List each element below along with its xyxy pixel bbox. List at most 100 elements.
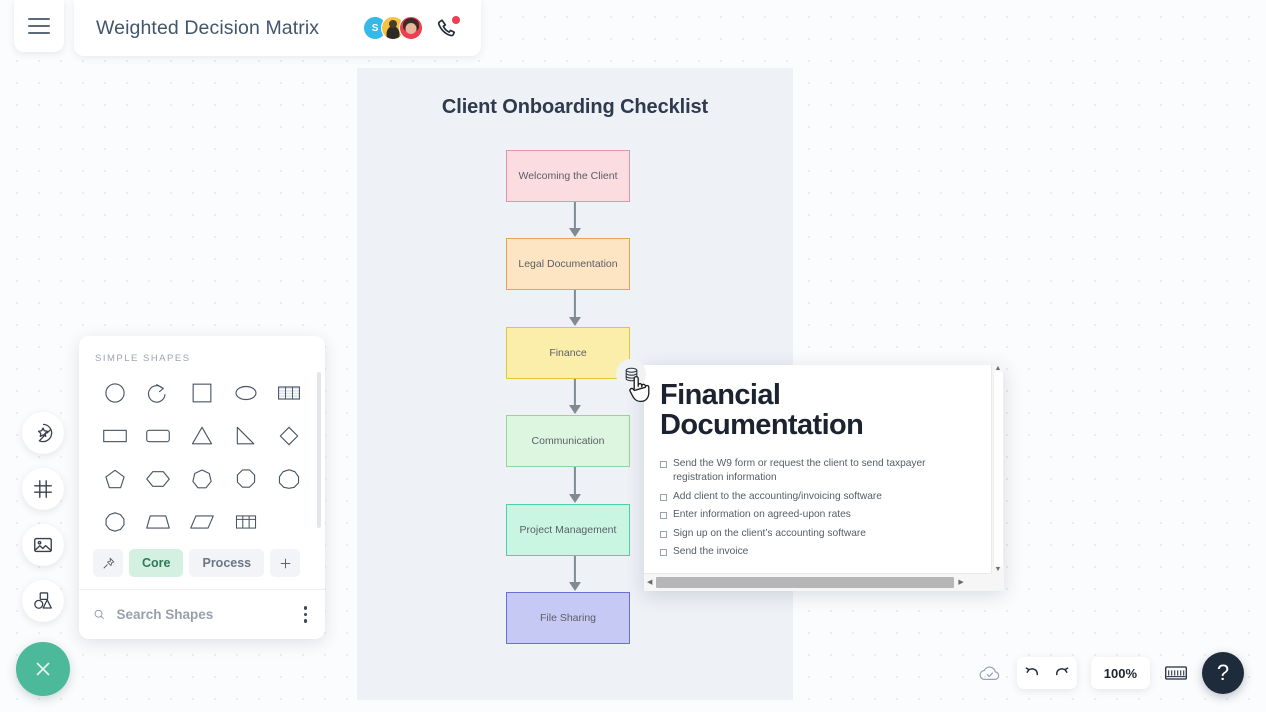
- flow-node[interactable]: Communication: [506, 415, 630, 467]
- hamburger-menu-icon: [28, 32, 50, 34]
- close-panel-button[interactable]: [16, 642, 70, 696]
- shape-diamond[interactable]: [267, 416, 311, 455]
- scroll-down-arrow[interactable]: ▼: [995, 566, 1002, 573]
- shape-grid: [93, 373, 311, 541]
- checklist-label: Enter information on agreed-upon rates: [673, 509, 851, 521]
- keyboard-shortcuts-button[interactable]: [1164, 664, 1188, 682]
- shape-empty: [267, 502, 311, 541]
- grid-table-icon: [235, 514, 256, 529]
- right-triangle-icon: [236, 426, 254, 444]
- pin-tab[interactable]: [93, 549, 123, 577]
- nonagon-icon: [279, 468, 300, 489]
- shape-parallelogram[interactable]: [180, 502, 224, 541]
- plus-icon: [280, 558, 291, 568]
- sidebar-item-images[interactable]: [22, 524, 64, 566]
- shape-circle[interactable]: [93, 373, 137, 412]
- connector-arrow: [569, 405, 581, 414]
- sidebar-item-stickers[interactable]: [22, 412, 64, 454]
- shape-hexagon[interactable]: [137, 459, 181, 498]
- node-detail-popup: Financial Documentation Send the W9 form…: [644, 365, 1004, 591]
- shape-pentagon[interactable]: [93, 459, 137, 498]
- shape-table-striped[interactable]: [267, 373, 311, 412]
- shape-rounded-rectangle[interactable]: [137, 416, 181, 455]
- checkbox[interactable]: [660, 512, 667, 520]
- hexagon-icon: [146, 470, 171, 487]
- checklist-label: Add client to the accounting/invoicing s…: [673, 490, 882, 502]
- help-button[interactable]: ?: [1202, 652, 1244, 694]
- checklist-label: Sign up on the client’s accounting softw…: [673, 527, 866, 539]
- shapes-panel-header: SIMPLE SHAPES: [95, 353, 191, 364]
- add-tab[interactable]: [270, 549, 301, 577]
- shape-nonagon[interactable]: [267, 459, 311, 498]
- circle-icon: [105, 382, 125, 403]
- sidebar-item-shapes[interactable]: [22, 580, 64, 622]
- popup-horizontal-scrollbar[interactable]: ◀ ▶: [644, 573, 991, 591]
- hamburger-menu-button[interactable]: [14, 0, 64, 52]
- checkbox[interactable]: [660, 530, 667, 538]
- connector-arrow: [569, 317, 581, 326]
- scroll-up-arrow[interactable]: ▲: [995, 365, 1002, 372]
- list-item[interactable]: Enter information on agreed-upon rates: [660, 508, 974, 522]
- shape-heptagon[interactable]: [180, 459, 224, 498]
- connector-line: [573, 290, 577, 320]
- flow-node[interactable]: Legal Documentation: [506, 238, 630, 290]
- undo-button[interactable]: [1017, 657, 1047, 689]
- page-title[interactable]: Weighted Decision Matrix: [96, 17, 319, 40]
- flow-node[interactable]: File Sharing: [506, 592, 630, 644]
- shape-grid-table[interactable]: [224, 502, 268, 541]
- list-item[interactable]: Send the invoice: [660, 545, 974, 559]
- flow-node[interactable]: Finance: [506, 327, 630, 379]
- list-item[interactable]: Send the W9 form or request the client t…: [660, 457, 974, 486]
- shape-square[interactable]: [180, 373, 224, 412]
- shape-triangle[interactable]: [180, 416, 224, 455]
- shape-arc-rotate[interactable]: [137, 373, 181, 412]
- checkbox[interactable]: [660, 493, 667, 501]
- shape-octagon[interactable]: [224, 459, 268, 498]
- popup-title: Financial Documentation: [660, 379, 864, 441]
- redo-arrow-icon: [1055, 667, 1069, 676]
- square-icon: [192, 383, 212, 402]
- scroll-right-arrow[interactable]: ▶: [958, 579, 963, 586]
- shape-right-triangle[interactable]: [224, 416, 268, 455]
- list-item[interactable]: Sign up on the client’s accounting softw…: [660, 527, 974, 541]
- frame-grid-icon: [34, 480, 52, 498]
- process-tab[interactable]: Process: [189, 549, 265, 577]
- flow-node[interactable]: Welcoming the Client: [506, 150, 630, 202]
- scroll-thumb[interactable]: [992, 372, 1004, 566]
- shape-rectangle[interactable]: [93, 416, 137, 455]
- redo-button[interactable]: [1047, 657, 1077, 689]
- checklist-label: Send the W9 form or request the client t…: [673, 457, 926, 484]
- database-badge-button[interactable]: [616, 359, 646, 389]
- search-input[interactable]: [114, 606, 300, 623]
- phone-call-button[interactable]: [435, 16, 461, 40]
- kebab-menu-icon[interactable]: [300, 602, 312, 627]
- zoom-level-pill[interactable]: 100%: [1090, 657, 1150, 689]
- hamburger-menu-icon: [28, 18, 50, 20]
- list-item[interactable]: Add client to the accounting/invoicing s…: [660, 490, 974, 504]
- database-stack-icon: [625, 367, 637, 381]
- shape-decagon[interactable]: [93, 502, 137, 541]
- shape-category-tabs: Core Process: [79, 543, 325, 589]
- flow-node[interactable]: Project Management: [506, 504, 630, 556]
- shape-trapezoid[interactable]: [137, 502, 181, 541]
- checkbox[interactable]: [660, 460, 667, 468]
- parallelogram-icon: [190, 514, 214, 529]
- checkbox[interactable]: [660, 549, 667, 557]
- shapes-icon: [34, 592, 52, 609]
- shapes-panel-scrollbar[interactable]: [317, 372, 321, 528]
- trapezoid-icon: [146, 514, 171, 529]
- connector-arrow: [569, 494, 581, 503]
- avatar[interactable]: [399, 16, 424, 40]
- zoom-level-label[interactable]: 100%: [1091, 666, 1150, 681]
- shape-ellipse[interactable]: [224, 373, 268, 412]
- scroll-thumb[interactable]: [656, 577, 955, 588]
- connector-arrow: [569, 228, 581, 237]
- core-tab[interactable]: Core: [129, 549, 184, 577]
- sidebar-item-frames[interactable]: [22, 468, 64, 510]
- scrollbar-corner: [991, 573, 1004, 591]
- call-notification-badge: [452, 16, 461, 24]
- popup-vertical-scrollbar[interactable]: ▲ ▼: [991, 365, 1004, 573]
- scroll-left-arrow[interactable]: ◀: [647, 579, 652, 586]
- connector-line: [573, 467, 577, 497]
- cloud-saved-button[interactable]: [978, 661, 1003, 686]
